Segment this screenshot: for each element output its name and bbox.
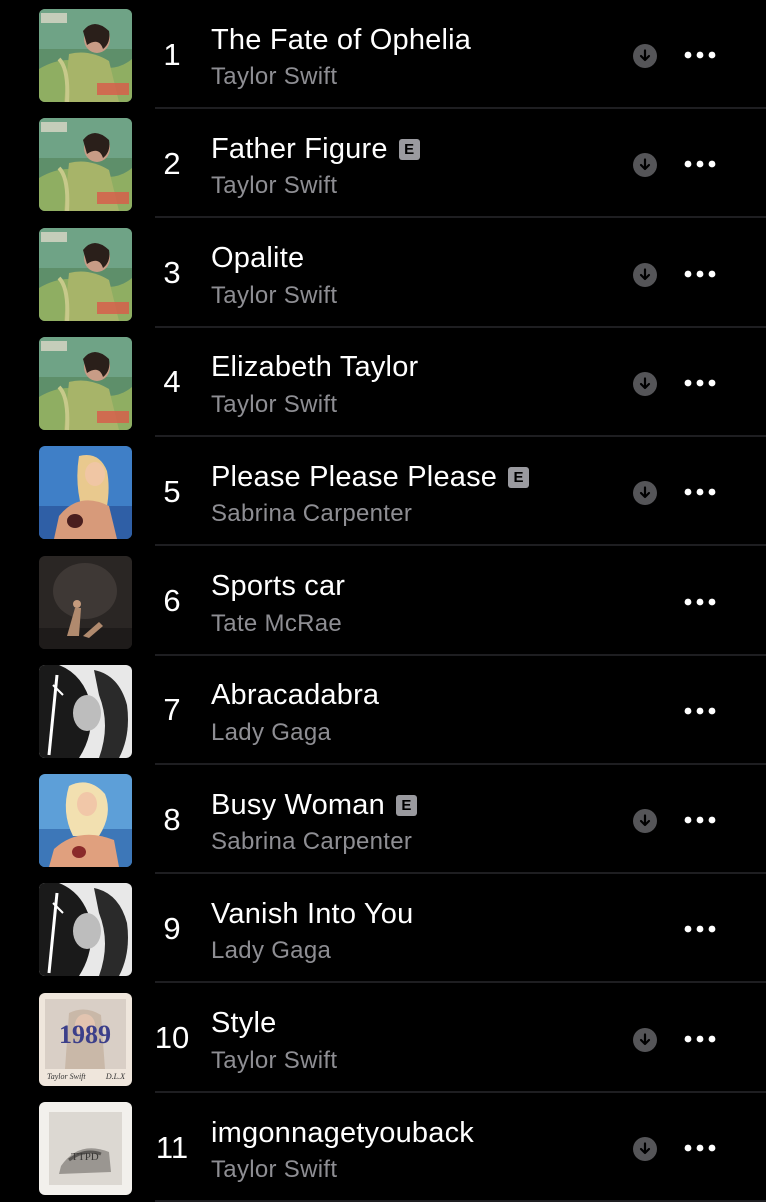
- chart-rank: 4: [163, 364, 181, 400]
- more-ellipsis-icon[interactable]: [680, 696, 720, 726]
- more-ellipsis-icon[interactable]: [680, 805, 720, 835]
- song-title: Father Figure: [211, 132, 388, 165]
- download-arrow-icon[interactable]: [633, 371, 657, 396]
- song-row[interactable]: 1 The Fate of Ophelia Taylor Swift: [0, 0, 766, 109]
- artist-name: Taylor Swift: [211, 1046, 338, 1074]
- song-row[interactable]: 1989 Taylor Swift D.L.X 10 Style Taylor …: [0, 984, 766, 1093]
- more-ellipsis-icon[interactable]: [680, 40, 720, 70]
- song-title-line: Busy Woman E: [211, 788, 417, 822]
- more-ellipsis-icon[interactable]: [680, 149, 720, 179]
- song-title: imgonnagetyouback: [211, 1116, 474, 1149]
- song-title: Elizabeth Taylor: [211, 351, 419, 384]
- song-row[interactable]: 2 Father Figure E Taylor Swift: [0, 109, 766, 219]
- song-row[interactable]: TTPD 11 imgonnagetyouback Taylor Swift: [0, 1093, 766, 1202]
- song-row[interactable]: 9 Vanish Into You Lady Gaga: [0, 874, 766, 984]
- chart-rank: 11: [155, 1129, 189, 1165]
- song-title: Opalite: [211, 242, 305, 275]
- artist-name: Lady Gaga: [211, 718, 332, 746]
- more-ellipsis-icon[interactable]: [680, 477, 720, 507]
- album-art-image: [39, 446, 132, 540]
- artist-name: Tate McRae: [211, 609, 343, 637]
- explicit-badge: E: [398, 138, 420, 160]
- more-ellipsis-icon[interactable]: [680, 1133, 720, 1163]
- download-arrow-icon[interactable]: [633, 481, 657, 506]
- song-title-line: Vanish Into You: [211, 897, 413, 931]
- artist-name: Taylor Swift: [211, 172, 338, 200]
- song-row[interactable]: 4 Elizabeth Taylor Taylor Swift: [0, 328, 766, 437]
- explicit-badge: E: [508, 466, 530, 488]
- chart-rank: 8: [163, 801, 181, 837]
- song-title: Busy Woman: [211, 788, 385, 821]
- album-art-image: [39, 883, 132, 977]
- album-art-image: TTPD: [39, 1102, 132, 1195]
- album-art-image: [39, 664, 132, 758]
- chart-rank: 9: [163, 910, 181, 946]
- more-ellipsis-icon[interactable]: [680, 587, 720, 617]
- song-title: Please Please Please: [211, 460, 498, 493]
- song-title-line: The Fate of Ophelia: [211, 23, 471, 57]
- download-arrow-icon[interactable]: [633, 809, 657, 834]
- song-title: Vanish Into You: [211, 897, 414, 930]
- song-title-line: imgonnagetyouback: [211, 1116, 474, 1150]
- chart-rank: 5: [163, 473, 181, 509]
- more-ellipsis-icon[interactable]: [680, 259, 720, 289]
- more-ellipsis-icon[interactable]: [680, 914, 720, 944]
- song-row[interactable]: 8 Busy Woman E Sabrina Carpenter: [0, 765, 766, 875]
- art-monogram: TTPD: [71, 1151, 99, 1163]
- chart-rank: 2: [163, 145, 181, 181]
- song-title: The Fate of Ophelia: [211, 23, 472, 56]
- song-title-line: Abracadabra: [211, 679, 379, 713]
- song-row[interactable]: 5 Please Please Please E Sabrina Carpent…: [0, 437, 766, 547]
- explicit-badge: E: [395, 794, 417, 816]
- artist-name: Taylor Swift: [211, 390, 338, 418]
- song-row[interactable]: 6 Sports car Tate McRae: [0, 547, 766, 656]
- album-art-image: 1989 Taylor Swift D.L.X: [39, 992, 132, 1086]
- album-art-image: [39, 227, 132, 321]
- song-row[interactable]: 7 Abracadabra Lady Gaga: [0, 656, 766, 765]
- download-arrow-icon[interactable]: [633, 262, 657, 287]
- album-art-image: [39, 9, 132, 102]
- album-art-image: [39, 118, 132, 212]
- song-title: Style: [211, 1007, 277, 1040]
- artist-name: Taylor Swift: [211, 281, 338, 309]
- song-title-line: Father Figure E: [211, 132, 420, 166]
- album-art-image: [39, 774, 132, 868]
- song-title-line: Style: [211, 1007, 276, 1041]
- more-ellipsis-icon[interactable]: [680, 368, 720, 398]
- download-arrow-icon[interactable]: [633, 1027, 657, 1052]
- download-arrow-icon[interactable]: [633, 153, 657, 178]
- song-title-line: Elizabeth Taylor: [211, 351, 418, 385]
- artist-name: Taylor Swift: [211, 1156, 338, 1183]
- chart-rank: 10: [154, 1020, 190, 1056]
- art-edition: D.L.X: [105, 1072, 126, 1081]
- chart-rank: 3: [163, 255, 181, 291]
- chart-rank: 1: [163, 36, 181, 72]
- artist-name: Lady Gaga: [211, 937, 332, 965]
- artist-name: Sabrina Carpenter: [211, 828, 413, 856]
- download-arrow-icon[interactable]: [633, 1137, 657, 1161]
- art-numbers: 1989: [59, 1020, 111, 1049]
- download-arrow-icon[interactable]: [633, 44, 657, 68]
- song-title: Abracadabra: [211, 679, 380, 712]
- song-title-line: Opalite: [211, 242, 304, 276]
- album-art-image: [39, 555, 132, 649]
- more-ellipsis-icon[interactable]: [680, 1024, 720, 1054]
- art-signature: Taylor Swift: [47, 1072, 86, 1081]
- song-title-line: Sports car: [211, 570, 345, 604]
- song-title-line: Please Please Please E: [211, 460, 530, 494]
- artist-name: Taylor Swift: [211, 63, 338, 90]
- chart-rank: 7: [163, 692, 181, 728]
- chart-rank: 6: [163, 583, 181, 618]
- album-art-image: [39, 336, 132, 430]
- song-row[interactable]: 3 Opalite Taylor Swift: [0, 219, 766, 328]
- song-list: 1 The Fate of Ophelia Taylor Swift 2 Fat…: [0, 0, 766, 1202]
- artist-name: Sabrina Carpenter: [211, 500, 413, 528]
- song-title: Sports car: [211, 570, 346, 602]
